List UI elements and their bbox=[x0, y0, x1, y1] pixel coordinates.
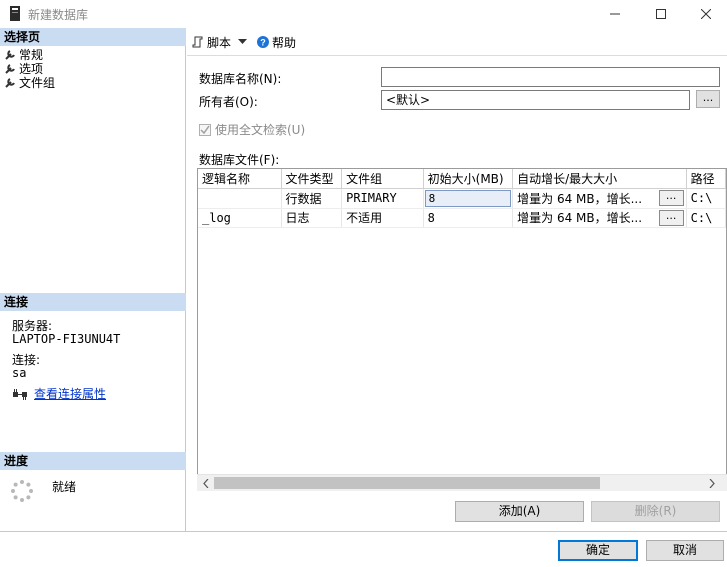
help-circle-icon: ? bbox=[257, 36, 270, 48]
connection-header: 连接 bbox=[0, 293, 186, 311]
fulltext-checkbox[interactable] bbox=[199, 123, 211, 136]
cell-initial-size[interactable]: 8 bbox=[423, 188, 514, 209]
view-connection-properties-link[interactable]: 查看连接属性 bbox=[12, 385, 106, 402]
cell-filegroup[interactable]: PRIMARY bbox=[341, 188, 424, 209]
page-item-label: 文件组 bbox=[19, 76, 56, 90]
column-header-initial-size[interactable]: 初始大小(MB) bbox=[423, 169, 514, 189]
toolbar: 脚本 ? 帮助 bbox=[192, 32, 306, 52]
server-value: LAPTOP-FI3UNU4T bbox=[12, 332, 121, 346]
minimize-button[interactable] bbox=[592, 0, 638, 28]
page-item-options[interactable]: 选项 bbox=[4, 62, 43, 76]
database-files-grid: 逻辑名称 文件类型 文件组 初始大小(MB) 自动增长/最大大小 路径 行数据 … bbox=[197, 168, 727, 491]
minimize-icon bbox=[610, 13, 620, 15]
cell-file-type[interactable]: 行数据 bbox=[281, 188, 343, 209]
horizontal-scrollbar[interactable] bbox=[197, 474, 727, 491]
scroll-left-button[interactable] bbox=[197, 475, 214, 491]
owner-label: 所有者(O): bbox=[199, 95, 258, 109]
owner-browse-button[interactable]: ... bbox=[696, 90, 720, 108]
close-button[interactable] bbox=[684, 0, 727, 28]
autogrowth-value: 增量为 64 MB，增长... bbox=[517, 191, 643, 206]
wrench-icon bbox=[5, 78, 15, 88]
scroll-right-button[interactable] bbox=[703, 475, 720, 491]
left-panel: 选择页 常规 选项 文件组 连接 服务器: LAPTOP-FI3UNU4T 连接… bbox=[0, 28, 186, 531]
cancel-button[interactable]: 取消 bbox=[646, 540, 724, 561]
owner-input[interactable]: <默认> bbox=[381, 90, 690, 110]
page-item-filegroups[interactable]: 文件组 bbox=[4, 76, 55, 90]
cell-path[interactable]: C:\ bbox=[686, 208, 726, 228]
autogrowth-value: 增量为 64 MB，增长... bbox=[517, 211, 643, 225]
page-item-label: 选项 bbox=[19, 62, 44, 76]
cell-initial-size[interactable]: 8 bbox=[423, 208, 514, 228]
select-page-header: 选择页 bbox=[0, 28, 186, 46]
page-item-label: 常规 bbox=[19, 48, 44, 62]
toolbar-divider bbox=[187, 55, 727, 56]
table-row[interactable]: _log 日志 不适用 8 增量为 64 MB，增长... ... C:\ bbox=[198, 208, 726, 228]
help-button[interactable]: ? 帮助 bbox=[257, 34, 296, 51]
close-icon bbox=[700, 9, 711, 19]
view-connection-properties-label[interactable]: 查看连接属性 bbox=[34, 385, 106, 402]
chevron-right-icon bbox=[709, 478, 715, 488]
column-header-filegroup[interactable]: 文件组 bbox=[341, 169, 424, 189]
maximize-button[interactable] bbox=[638, 0, 684, 28]
ok-button[interactable]: 确定 bbox=[558, 540, 638, 561]
page-item-general[interactable]: 常规 bbox=[4, 48, 43, 62]
fulltext-label: 使用全文检索(U) bbox=[215, 123, 306, 137]
grid-header-row: 逻辑名称 文件类型 文件组 初始大小(MB) 自动增长/最大大小 路径 bbox=[198, 169, 726, 189]
db-files-label: 数据库文件(F): bbox=[199, 153, 280, 167]
database-icon bbox=[10, 6, 20, 21]
wrench-icon bbox=[5, 64, 15, 74]
cell-filegroup[interactable]: 不适用 bbox=[341, 208, 424, 228]
connection-plug-icon bbox=[13, 388, 27, 400]
cell-logical-name[interactable] bbox=[198, 188, 282, 209]
column-header-logical-name[interactable]: 逻辑名称 bbox=[198, 169, 282, 189]
title-bar: 新建数据库 bbox=[0, 0, 727, 28]
connection-value: sa bbox=[12, 366, 27, 380]
cell-autogrowth[interactable]: 增量为 64 MB，增长... ... bbox=[512, 208, 687, 228]
column-header-file-type[interactable]: 文件类型 bbox=[281, 169, 343, 189]
remove-file-button[interactable]: 删除(R) bbox=[591, 501, 720, 522]
check-icon bbox=[200, 125, 210, 134]
scrollbar-thumb[interactable] bbox=[214, 477, 600, 489]
fulltext-checkbox-row: 使用全文检索(U) bbox=[199, 121, 305, 138]
script-button[interactable]: 脚本 bbox=[192, 34, 248, 51]
svg-text:?: ? bbox=[260, 38, 266, 48]
db-name-label: 数据库名称(N): bbox=[199, 72, 282, 86]
autogrowth-edit-button[interactable]: ... bbox=[658, 189, 684, 206]
chevron-down-icon[interactable] bbox=[238, 39, 248, 45]
add-file-button[interactable]: 添加(A) bbox=[455, 501, 584, 522]
table-row[interactable]: 行数据 PRIMARY 8 增量为 64 MB，增长... ... C:\ bbox=[198, 188, 726, 209]
maximize-icon bbox=[656, 9, 666, 19]
db-name-input[interactable] bbox=[381, 67, 720, 87]
script-label: 脚本 bbox=[207, 35, 232, 50]
column-header-autogrowth[interactable]: 自动增长/最大大小 bbox=[512, 169, 687, 189]
cell-path[interactable]: C:\ bbox=[686, 188, 726, 209]
script-icon bbox=[192, 36, 203, 48]
initial-size-input[interactable]: 8 bbox=[424, 189, 512, 207]
autogrowth-edit-button[interactable]: ... bbox=[658, 209, 684, 226]
spinner-icon bbox=[11, 480, 33, 502]
progress-status: 就绪 bbox=[52, 480, 77, 494]
progress-header: 进度 bbox=[0, 452, 186, 470]
cell-autogrowth[interactable]: 增量为 64 MB，增长... ... bbox=[512, 188, 687, 209]
help-label: 帮助 bbox=[272, 35, 297, 50]
window-title: 新建数据库 bbox=[28, 8, 89, 22]
cell-file-type[interactable]: 日志 bbox=[281, 208, 343, 228]
chevron-left-icon bbox=[202, 478, 208, 488]
wrench-icon bbox=[5, 50, 15, 60]
column-header-path[interactable]: 路径 bbox=[686, 169, 726, 189]
cell-logical-name[interactable]: _log bbox=[198, 208, 282, 228]
